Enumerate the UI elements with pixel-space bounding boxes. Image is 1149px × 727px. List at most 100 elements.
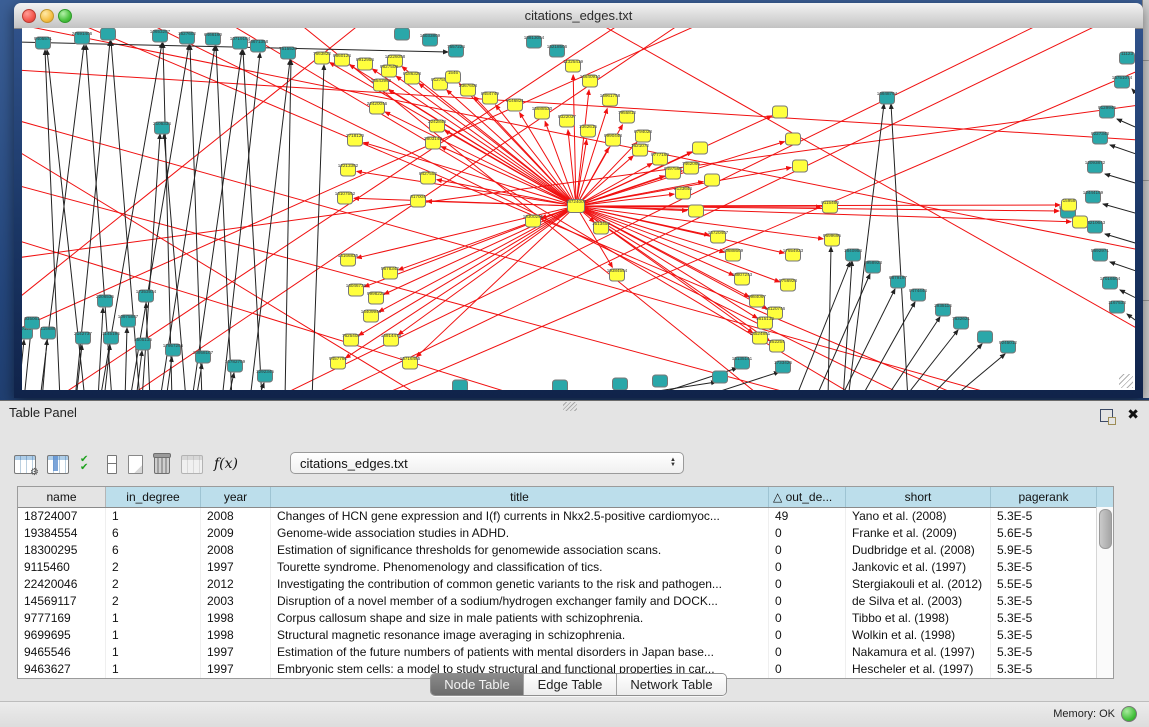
cell-in_degree: 1	[106, 644, 201, 661]
node[interactable]	[693, 142, 708, 154]
column-header-short[interactable]: short	[846, 487, 991, 507]
checkmarks-icon[interactable]: ✔✔	[80, 455, 96, 473]
node-label: 22420046	[367, 101, 388, 106]
cell-name: 9699695	[18, 627, 106, 644]
cell-name: 14569117	[18, 593, 106, 610]
background-window-sliver	[1142, 0, 1149, 398]
nodes-layer: 9405571276914061065328715276026466160107…	[22, 28, 1135, 390]
close-panel-icon[interactable]: ✖	[1127, 406, 1139, 422]
cell-name: 22420046	[18, 576, 106, 593]
node-label: 12226058	[385, 54, 406, 59]
column-header-name[interactable]: name	[18, 487, 106, 507]
edge	[576, 90, 589, 206]
cell-in_degree: 2	[106, 593, 201, 610]
edge	[104, 345, 110, 390]
node-label: 10975887	[118, 314, 139, 319]
column-header-in_degree[interactable]: in_degree	[106, 487, 201, 507]
node-label: 11123	[1121, 51, 1134, 56]
column-header-pagerank[interactable]: pagerank	[991, 487, 1097, 507]
node[interactable]	[653, 375, 668, 387]
node[interactable]	[705, 174, 720, 186]
edge	[1110, 262, 1135, 273]
edge	[891, 104, 908, 390]
node-label: 18300295	[523, 214, 544, 219]
cell-in_degree: 2	[106, 576, 201, 593]
panel-splitter-grip[interactable]	[563, 402, 577, 411]
node-label: 9405571	[34, 36, 52, 41]
table-row[interactable]: 2242004622012Investigating the contribut…	[18, 576, 1113, 593]
table-row[interactable]: 1872400712008Changes of HCN gene express…	[18, 508, 1113, 525]
node[interactable]	[453, 380, 468, 390]
rows-icon[interactable]	[107, 455, 117, 474]
panel-title: Table Panel	[9, 405, 77, 420]
node-label: 7632621	[952, 316, 970, 321]
node-label: 8186328	[403, 71, 421, 76]
vertical-scrollbar[interactable]	[1096, 507, 1113, 678]
edge	[285, 60, 291, 390]
cell-out_degree: 49	[769, 508, 846, 525]
cell-year: 2012	[201, 576, 271, 593]
column-header-out_degree[interactable]: △ out_de...	[769, 487, 846, 507]
node[interactable]	[773, 106, 788, 118]
cell-name: 19384554	[18, 525, 106, 542]
table-settings-icon[interactable]: ⚙	[14, 455, 36, 474]
cell-year: 1997	[201, 644, 271, 661]
node[interactable]	[1073, 216, 1088, 228]
trash-icon[interactable]	[154, 455, 170, 474]
node-label: 15958	[1063, 198, 1076, 203]
column-header-title[interactable]: title	[271, 487, 769, 507]
node-label: 1292345	[256, 369, 274, 374]
cell-short: Hescheler et al. (1997)	[846, 661, 991, 678]
screen: citations_edges.txt 94055712769140610653…	[0, 0, 1149, 727]
node-label: 9227343	[1091, 131, 1109, 136]
tab-edge-table[interactable]: Edge Table	[524, 674, 617, 695]
network-window-titlebar[interactable]: citations_edges.txt	[14, 3, 1143, 29]
node[interactable]	[786, 133, 801, 145]
node-label: 15716485	[400, 356, 421, 361]
table-row[interactable]: 911546021997Tourette syndrome. Phenomeno…	[18, 559, 1113, 576]
edge	[125, 328, 127, 390]
node-label: 10958107	[193, 350, 214, 355]
node[interactable]	[553, 380, 568, 390]
node[interactable]	[793, 160, 808, 172]
table-row[interactable]: 1938455462009Genome-wide association stu…	[18, 525, 1113, 542]
node-label: 15751074	[1112, 75, 1133, 80]
node-label: 2718120	[346, 133, 364, 138]
node[interactable]	[689, 205, 704, 217]
network-graph[interactable]: 9405571276914061065328715276026466160107…	[22, 28, 1135, 390]
node-label: 9984067	[748, 294, 766, 299]
table-row[interactable]: 946554611997Estimation of the future num…	[18, 644, 1113, 661]
node-label: 15166825	[338, 253, 359, 258]
tab-network-table[interactable]: Network Table	[617, 674, 726, 695]
cell-out_degree: 0	[769, 542, 846, 559]
scrollbar-thumb[interactable]	[1099, 509, 1112, 549]
table-selector-dropdown[interactable]: citations_edges.txt ▲▼	[290, 452, 684, 474]
node-label: 1362615	[579, 124, 597, 129]
window-title: citations_edges.txt	[14, 3, 1143, 28]
node[interactable]	[978, 331, 993, 343]
cell-year: 2003	[201, 593, 271, 610]
node[interactable]	[101, 28, 116, 40]
table-column-icon[interactable]	[47, 455, 69, 474]
node-label: 1167533	[1108, 300, 1126, 305]
function-icon[interactable]: f(x)	[214, 456, 238, 472]
table-row[interactable]: 969969511998Structural magnetic resonanc…	[18, 627, 1113, 644]
new-document-icon[interactable]	[128, 455, 143, 474]
cell-name: 9465546	[18, 644, 106, 661]
node-label: 16640910	[580, 74, 601, 79]
float-panel-icon[interactable]	[1100, 409, 1113, 422]
node[interactable]	[613, 378, 628, 390]
node-label: 16671358	[248, 39, 269, 44]
table-row[interactable]: 1456911722003Disruption of a novel membe…	[18, 593, 1113, 610]
column-header-year[interactable]: year	[201, 487, 271, 507]
node[interactable]	[713, 371, 728, 383]
node-table: namein_degreeyeartitle△ out_de...shortpa…	[17, 486, 1114, 679]
table-row[interactable]: 977716911998Corpus callosum shape and si…	[18, 610, 1113, 627]
edge	[1103, 204, 1135, 215]
network-canvas[interactable]: 9405571276914061065328715276026466160107…	[22, 28, 1135, 390]
window-resize-grip[interactable]	[1119, 374, 1133, 388]
table-row[interactable]: 1830029562008Estimation of significance …	[18, 542, 1113, 559]
node[interactable]	[395, 28, 410, 40]
tab-node-table[interactable]: Node Table	[431, 674, 524, 695]
cell-short: Dudbridge et al. (2008)	[846, 542, 991, 559]
